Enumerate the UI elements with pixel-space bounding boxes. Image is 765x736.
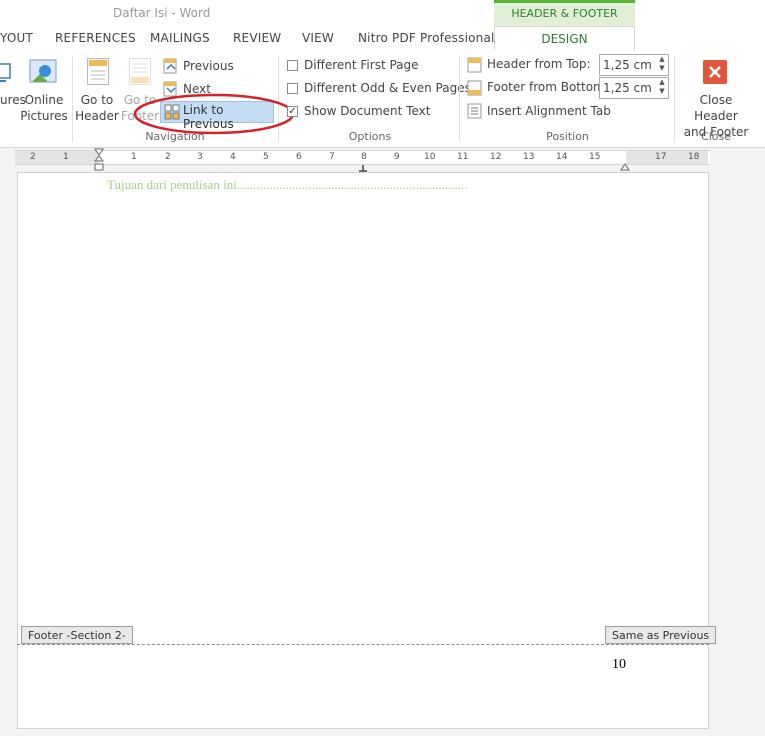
header-from-top-value: 1,25 cm xyxy=(603,58,652,72)
separator xyxy=(72,56,73,142)
header-from-top-input[interactable]: 1,25 cm ▲ ▼ xyxy=(599,54,669,76)
online-pictures-icon xyxy=(29,58,59,88)
ruler-mark: 3 xyxy=(197,152,203,162)
ruler-mark: 2 xyxy=(165,152,171,162)
document-page[interactable] xyxy=(17,172,709,729)
tab-layout[interactable]: YOUT xyxy=(0,31,33,45)
page-number[interactable]: 10 xyxy=(612,657,626,673)
ruler-mark: 18 xyxy=(688,152,700,162)
pictures-icon xyxy=(0,60,12,84)
footer-section-tag: Footer -Section 2- xyxy=(21,626,133,644)
ruler-mark: 4 xyxy=(230,152,236,162)
insert-alignment-tab-icon xyxy=(467,103,483,119)
toc-entry: Tujuan dari penulisan ini...............… xyxy=(107,177,468,192)
ruler-mark: 5 xyxy=(263,152,269,162)
close-group-label: Close xyxy=(701,130,731,143)
window-title: Daftar Isi - Word xyxy=(113,6,211,20)
ruler-mark: 15 xyxy=(589,152,601,162)
pictures-button[interactable]: ures xyxy=(0,92,26,108)
tab-view[interactable]: VIEW xyxy=(302,31,334,45)
tab-review[interactable]: REVIEW xyxy=(233,31,281,45)
go-to-header-button[interactable]: Go to Header xyxy=(75,92,119,124)
separator xyxy=(674,56,675,142)
indent-marker-icon[interactable] xyxy=(93,146,105,172)
ruler-mark: 17 xyxy=(655,152,667,162)
ruler-mark: 12 xyxy=(490,152,502,162)
same-as-previous-tag: Same as Previous xyxy=(605,626,717,644)
ruler-mark: 6 xyxy=(296,152,302,162)
position-group-label: Position xyxy=(546,130,589,143)
tab-design[interactable]: DESIGN xyxy=(494,26,635,51)
close-icon xyxy=(703,60,727,84)
insert-alignment-tab-button[interactable]: Insert Alignment Tab xyxy=(487,101,611,121)
footer-boundary xyxy=(17,644,709,645)
right-indent-icon[interactable] xyxy=(620,156,630,171)
close-label-1: Close Header xyxy=(694,93,738,123)
previous-icon xyxy=(163,58,179,74)
tab-stop-icon[interactable] xyxy=(358,158,368,172)
separator xyxy=(459,56,460,142)
online-pictures-label-1: Online xyxy=(24,93,64,107)
ruler-mark: 2 xyxy=(30,152,36,162)
tab-mailings[interactable]: MAILINGS xyxy=(150,31,210,45)
show-document-text-checkbox[interactable]: ✓ xyxy=(287,106,298,117)
tab-references[interactable]: REFERENCES xyxy=(55,31,136,45)
go-to-header-label-2: Header xyxy=(75,109,119,123)
options-group-label: Options xyxy=(348,130,392,143)
go-to-footer-icon xyxy=(129,58,151,85)
footer-from-bottom-label: Footer from Bottom: xyxy=(487,80,609,94)
ruler-mark: 7 xyxy=(329,152,335,162)
online-pictures-button[interactable]: Online Pictures xyxy=(18,92,70,124)
header-spin-arrows-icon[interactable]: ▲ ▼ xyxy=(656,55,668,75)
different-first-page-checkbox[interactable] xyxy=(287,60,298,71)
different-odd-even-label[interactable]: Different Odd & Even Pages xyxy=(304,78,471,98)
footer-from-bottom-input[interactable]: 1,25 cm ▲ ▼ xyxy=(599,77,669,99)
tab-nitro-pdf[interactable]: Nitro PDF Professional xyxy=(358,31,495,45)
previous-button[interactable]: Previous xyxy=(183,56,234,76)
different-odd-even-checkbox[interactable] xyxy=(287,83,298,94)
ruler-mark: 10 xyxy=(424,152,436,162)
ruler-mark: 11 xyxy=(457,152,469,162)
header-from-top-label: Header from Top: xyxy=(487,57,591,71)
go-to-header-label-1: Go to xyxy=(80,93,114,107)
annotation-circle xyxy=(133,92,295,136)
online-pictures-label-2: Pictures xyxy=(20,109,68,123)
footer-from-bottom-value: 1,25 cm xyxy=(603,81,652,95)
ruler-mark: 13 xyxy=(523,152,535,162)
show-document-text-label[interactable]: Show Document Text xyxy=(304,101,430,121)
ruler-margin-left xyxy=(15,151,99,164)
different-first-page-label[interactable]: Different First Page xyxy=(304,55,419,75)
footer-spin-arrows-icon[interactable]: ▲ ▼ xyxy=(656,78,668,98)
footer-from-bottom-icon xyxy=(467,80,483,96)
ruler-mark: 1 xyxy=(63,152,69,162)
go-to-header-icon xyxy=(87,58,109,85)
header-from-top-icon xyxy=(467,57,483,73)
ruler-mark: 1 xyxy=(131,152,137,162)
ruler-mark: 9 xyxy=(394,152,400,162)
header-footer-tools-label: HEADER & FOOTER TOOLS xyxy=(494,0,635,42)
ruler-mark: 14 xyxy=(556,152,568,162)
